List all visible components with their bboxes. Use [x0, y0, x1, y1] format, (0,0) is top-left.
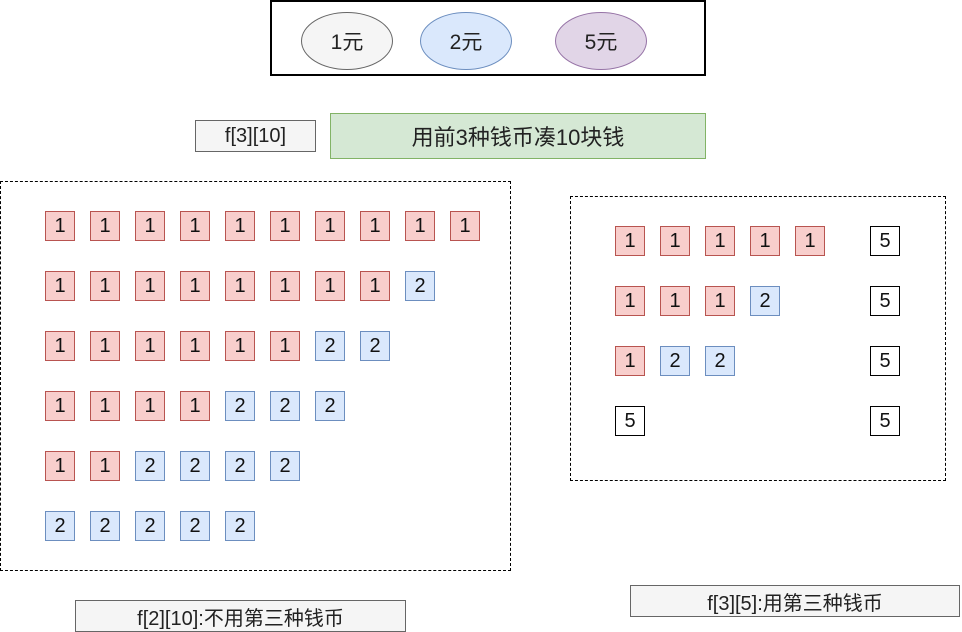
coin-cell-2: 2 [45, 511, 75, 541]
coin-cell-1: 1 [750, 226, 780, 256]
coin-cell-1: 1 [135, 331, 165, 361]
coin-cell-1: 1 [135, 271, 165, 301]
coin-cell-1: 1 [135, 211, 165, 241]
problem-title: 用前3种钱币凑10块钱 [330, 113, 706, 159]
coin-legend: 1元 2元 5元 [270, 0, 706, 76]
coin-cell-2: 2 [360, 331, 390, 361]
coin-cell-1: 1 [705, 226, 735, 256]
coin-cell-2: 2 [225, 391, 255, 421]
coin-cell-1: 1 [615, 346, 645, 376]
coin-cell-5: 5 [615, 406, 645, 436]
coin-cell-1: 1 [45, 391, 75, 421]
coin-cell-1: 1 [135, 391, 165, 421]
coin-5-yuan: 5元 [555, 12, 647, 70]
coin-cell-5: 5 [870, 286, 900, 316]
coin-cell-1: 1 [270, 331, 300, 361]
coin-cell-2: 2 [315, 331, 345, 361]
coin-cell-1: 1 [270, 271, 300, 301]
coin-cell-1: 1 [360, 271, 390, 301]
coin-cell-2: 2 [270, 451, 300, 481]
coin-cell-2: 2 [90, 511, 120, 541]
coin-cell-5: 5 [870, 406, 900, 436]
coin-cell-1: 1 [90, 391, 120, 421]
coin-cell-1: 1 [180, 211, 210, 241]
coin-cell-1: 1 [705, 286, 735, 316]
state-label: f[3][10] [195, 120, 316, 152]
coin-cell-2: 2 [225, 451, 255, 481]
coin-cell-2: 2 [135, 511, 165, 541]
coin-cell-2: 2 [180, 511, 210, 541]
coin-cell-1: 1 [225, 211, 255, 241]
coin-cell-1: 1 [45, 271, 75, 301]
coin-cell-2: 2 [270, 391, 300, 421]
coin-cell-1: 1 [90, 271, 120, 301]
coin-cell-1: 1 [270, 211, 300, 241]
coin-cell-1: 1 [450, 211, 480, 241]
coin-cell-1: 1 [90, 211, 120, 241]
coin-cell-1: 1 [615, 226, 645, 256]
coin-cell-5: 5 [870, 346, 900, 376]
right-panel-caption: f[3][5]:用第三种钱币 [630, 585, 960, 617]
coin-cell-2: 2 [180, 451, 210, 481]
coin-cell-2: 2 [315, 391, 345, 421]
coin-cell-2: 2 [405, 271, 435, 301]
coin-cell-1: 1 [45, 211, 75, 241]
coin-cell-1: 1 [795, 226, 825, 256]
coin-cell-1: 1 [225, 271, 255, 301]
coin-cell-1: 1 [180, 391, 210, 421]
coin-cell-1: 1 [405, 211, 435, 241]
coin-cell-1: 1 [180, 331, 210, 361]
coin-cell-1: 1 [660, 286, 690, 316]
coin-cell-1: 1 [90, 331, 120, 361]
coin-cell-1: 1 [90, 451, 120, 481]
left-panel-caption: f[2][10]:不用第三种钱币 [75, 600, 406, 632]
coin-2-yuan: 2元 [420, 12, 512, 70]
coin-cell-2: 2 [135, 451, 165, 481]
coin-1-yuan: 1元 [301, 12, 393, 70]
coin-cell-5: 5 [870, 226, 900, 256]
coin-cell-2: 2 [225, 511, 255, 541]
coin-cell-1: 1 [360, 211, 390, 241]
coin-cell-1: 1 [315, 271, 345, 301]
coin-cell-2: 2 [750, 286, 780, 316]
coin-cell-1: 1 [180, 271, 210, 301]
coin-cell-1: 1 [615, 286, 645, 316]
coin-cell-1: 1 [660, 226, 690, 256]
coin-cell-1: 1 [225, 331, 255, 361]
coin-cell-1: 1 [45, 451, 75, 481]
coin-cell-1: 1 [315, 211, 345, 241]
coin-cell-2: 2 [705, 346, 735, 376]
coin-cell-1: 1 [45, 331, 75, 361]
coin-cell-2: 2 [660, 346, 690, 376]
